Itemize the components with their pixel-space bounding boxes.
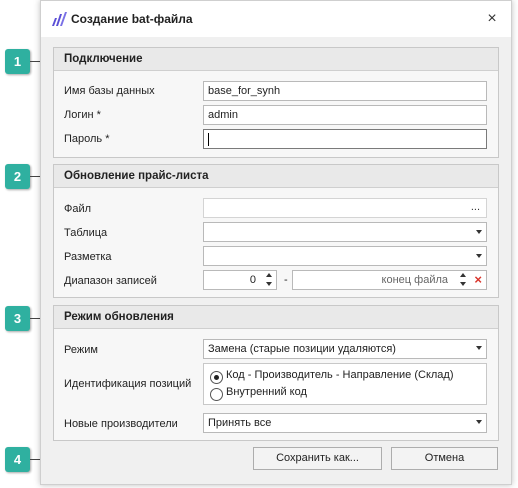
chevron-down-icon: [476, 420, 482, 424]
range-start-value: 0: [249, 274, 256, 286]
create-bat-dialog: Создание bat-файла × Подключение Имя баз…: [40, 0, 512, 485]
clear-icon[interactable]: ×: [474, 271, 482, 289]
mode-select[interactable]: Замена (старые позиции удаляются): [203, 339, 487, 359]
range-end-input[interactable]: конец файла ×: [292, 270, 487, 290]
save-as-button[interactable]: Сохранить как...: [253, 447, 382, 470]
radio-code-maker-direction[interactable]: [210, 371, 223, 384]
radio-internal-code-label[interactable]: Внутренний код: [226, 386, 307, 398]
price-update-header: Обновление прайс-листа: [54, 165, 498, 188]
app-logo-icon: [52, 12, 67, 26]
chevron-down-icon: [476, 230, 482, 234]
login-input[interactable]: admin: [203, 105, 487, 125]
password-label: Пароль *: [64, 133, 110, 145]
range-dash: -: [284, 274, 288, 286]
radio-code-maker-direction-label[interactable]: Код - Производитель - Направление (Склад…: [226, 369, 454, 381]
spin-icon[interactable]: [266, 273, 273, 287]
text-caret: [208, 132, 209, 146]
callout-4: 4: [5, 447, 30, 472]
db-name-input[interactable]: base_for_synh: [203, 81, 487, 101]
update-mode-header: Режим обновления: [54, 306, 498, 329]
markup-select[interactable]: [203, 246, 487, 266]
connection-group: Подключение Имя базы данных base_for_syn…: [53, 47, 499, 158]
price-update-group: Обновление прайс-листа Файл ... Таблица …: [53, 164, 499, 298]
new-makers-label: Новые производители: [64, 418, 178, 430]
table-label: Таблица: [64, 227, 108, 239]
spin-icon[interactable]: [460, 273, 467, 287]
connection-header: Подключение: [54, 48, 498, 71]
mode-label: Режим: [64, 344, 98, 356]
file-label: Файл: [64, 203, 92, 215]
db-name-label: Имя базы данных: [64, 85, 155, 97]
callout-1: 1: [5, 49, 30, 74]
login-label: Логин *: [64, 109, 101, 121]
identification-label: Идентификация позиций: [64, 378, 192, 390]
password-input[interactable]: [203, 129, 487, 149]
new-makers-select[interactable]: Принять все: [203, 413, 487, 433]
browse-file-button[interactable]: ...: [471, 198, 480, 216]
radio-internal-code[interactable]: [210, 388, 223, 401]
cancel-button[interactable]: Отмена: [391, 447, 498, 470]
range-end-placeholder: конец файла: [381, 274, 448, 286]
callout-3: 3: [5, 306, 30, 331]
chevron-down-icon: [476, 346, 482, 350]
range-label: Диапазон записей: [64, 275, 157, 287]
title-bar: Создание bat-файла ×: [41, 1, 511, 37]
update-mode-group: Режим обновления Режим Замена (старые по…: [53, 305, 499, 441]
close-icon[interactable]: ×: [481, 8, 503, 30]
range-start-input[interactable]: 0: [203, 270, 277, 290]
chevron-down-icon: [476, 254, 482, 258]
callout-2: 2: [5, 164, 30, 189]
file-input[interactable]: ...: [203, 198, 487, 218]
markup-label: Разметка: [64, 251, 112, 263]
identification-radio-group: Код - Производитель - Направление (Склад…: [203, 363, 487, 405]
table-select[interactable]: [203, 222, 487, 242]
window-title: Создание bat-файла: [71, 12, 193, 26]
